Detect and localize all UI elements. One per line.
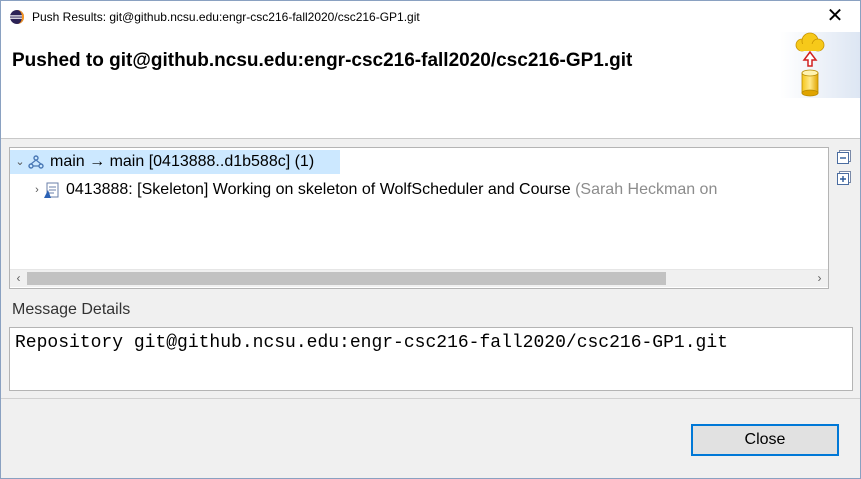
footer-divider (1, 398, 860, 399)
window-title: Push Results: git@github.ncsu.edu:engr-c… (32, 10, 420, 24)
commit-author: (Sarah Heckman on (575, 181, 718, 198)
eclipse-icon (10, 10, 24, 24)
cloud-upload-database-icon (780, 32, 860, 98)
close-button[interactable]: Close (691, 424, 839, 456)
expand-all-icon[interactable] (837, 171, 851, 185)
scroll-right-button[interactable]: › (811, 270, 828, 287)
commit-label: 0413888: [Skeleton] Working on skeleton … (66, 181, 571, 198)
title-bar: Push Results: git@github.ncsu.edu:engr-c… (1, 1, 860, 32)
message-details-field[interactable]: Repository git@github.ncsu.edu:engr-csc2… (9, 327, 853, 391)
branch-icon (28, 155, 44, 169)
expand-toggle[interactable]: ⌄ (13, 150, 27, 174)
collapse-all-icon[interactable] (837, 150, 851, 164)
push-results-dialog: Push Results: git@github.ncsu.edu:engr-c… (0, 0, 861, 479)
scroll-thumb[interactable] (27, 272, 666, 285)
message-text: Repository git@github.ncsu.edu:engr-csc2… (15, 333, 728, 353)
commit-icon (44, 182, 59, 198)
dialog-header: Pushed to git@github.ncsu.edu:engr-csc21… (1, 32, 860, 139)
close-icon[interactable]: ✕ (824, 5, 846, 27)
message-details-label: Message Details (12, 301, 131, 318)
branch-label: main → main [0413888..d1b588c] (1) (50, 153, 315, 170)
expand-toggle[interactable]: › (30, 178, 44, 202)
horizontal-scrollbar[interactable]: ‹ › (10, 269, 828, 287)
tree-row-commit[interactable]: › 0413888: [Skeleton] Working on skeleto… (10, 178, 828, 202)
tree-row-branch[interactable]: ⌄ main → main [0413888..d1b588c] (1) (10, 150, 340, 174)
scroll-left-button[interactable]: ‹ (10, 270, 27, 287)
page-title: Pushed to git@github.ncsu.edu:engr-csc21… (12, 50, 633, 71)
push-results-tree[interactable]: ⌄ main → main [0413888..d1b588c] (1) › 0… (9, 147, 829, 289)
